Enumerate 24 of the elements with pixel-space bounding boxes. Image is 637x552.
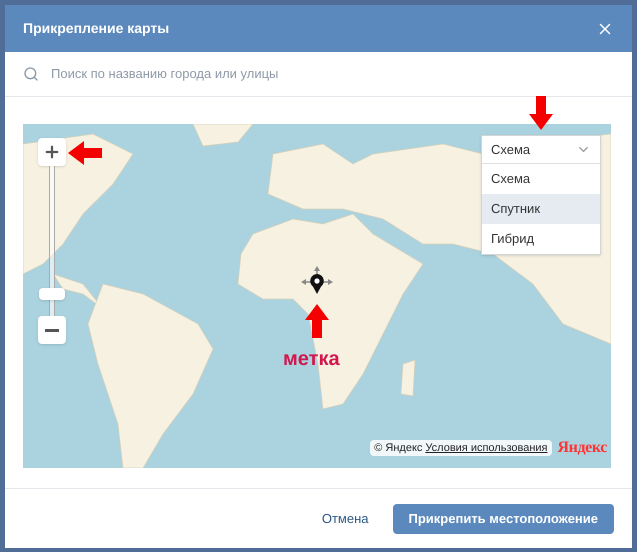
- land-shape: [192, 124, 254, 146]
- annotation-arrow-icon: [529, 96, 553, 130]
- copyright-text: © Яндекс: [374, 440, 422, 456]
- map-logo: Яндекс: [558, 438, 607, 458]
- window-title: Прикрепление карты: [23, 19, 170, 38]
- annotation-label: метка: [283, 347, 340, 372]
- zoom-in-button[interactable]: [38, 138, 66, 166]
- search-icon: [23, 66, 39, 82]
- layer-option[interactable]: Схема: [482, 164, 600, 194]
- plus-icon: [43, 143, 61, 161]
- layer-option[interactable]: Спутник: [482, 194, 600, 224]
- zoom-slider[interactable]: [38, 138, 66, 344]
- zoom-thumb[interactable]: [39, 288, 65, 300]
- map-view[interactable]: Схема Схема Спутник Гибрид метка © Яндекс Условия использования Яндекс: [23, 124, 611, 468]
- terms-link[interactable]: Условия использования: [425, 440, 548, 456]
- minus-icon: [45, 328, 59, 332]
- layer-option[interactable]: Гибрид: [482, 224, 600, 254]
- attach-location-button[interactable]: Прикрепить местоположение: [392, 504, 614, 534]
- annotation-arrow-icon: [68, 141, 102, 165]
- search-field[interactable]: Поиск по названию города или улицы: [5, 52, 632, 97]
- annotation-arrow-icon: [305, 304, 329, 338]
- search-input[interactable]: Поиск по названию города или улицы: [51, 64, 614, 84]
- cancel-button[interactable]: Отмена: [322, 504, 369, 534]
- zoom-out-button[interactable]: [38, 316, 66, 344]
